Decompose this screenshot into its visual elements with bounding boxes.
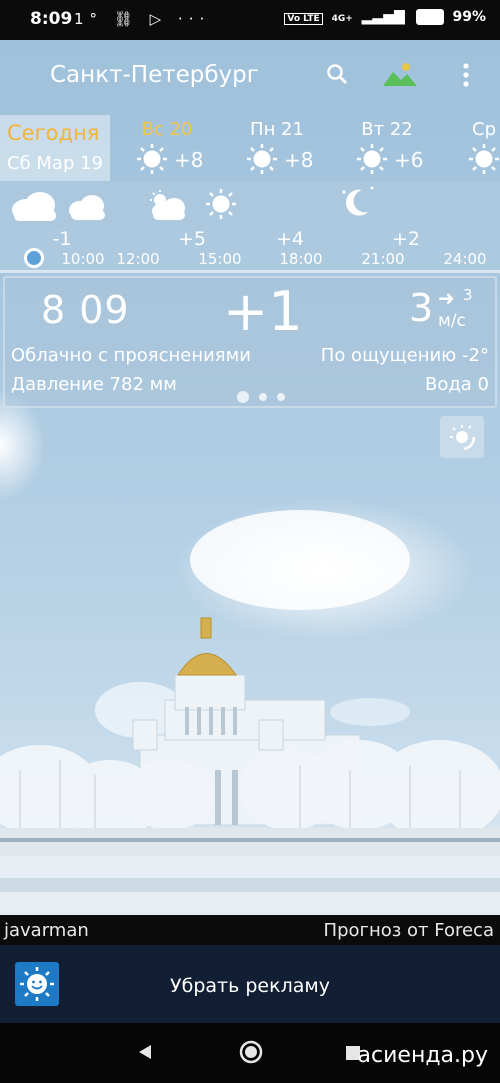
status-right-indicators: Vo LTE 4G+ ▂▃▅▇ 99%	[284, 9, 486, 25]
moon-icon	[336, 184, 376, 224]
home-icon[interactable]	[239, 1040, 263, 1068]
status-extra-icons: 1° ⛓ ▷ ···	[74, 10, 211, 28]
day-temp: +8	[174, 148, 204, 172]
wind-gust: 3	[463, 286, 473, 304]
hourly-time: 18:00	[279, 250, 323, 268]
hourly-temp: +2	[391, 228, 420, 250]
day-name: Ср	[472, 119, 496, 140]
status-bar: 8:09 1° ⛓ ▷ ··· Vo LTE 4G+ ▂▃▅▇ 99%	[0, 0, 500, 40]
day-temp: +8	[284, 148, 314, 172]
app-bar: Санкт-Петербург	[0, 40, 500, 115]
hourly-temp: +4	[275, 228, 304, 250]
hourly-forecast: -1 +5 +4 +2 10:00 12:00 15:00 18:00 21:0…	[0, 182, 500, 272]
current-conditions-panel[interactable]: 8 09 +1 3 ➜ 3 м/с Облачно с прояснениями…	[3, 276, 497, 408]
feels-like-text: По ощущению -2°	[320, 345, 489, 366]
sun-icon	[205, 188, 237, 224]
watermark-text: асиенда.ру	[357, 1043, 488, 1068]
page-dot	[259, 392, 267, 401]
day-item[interactable]: Ср	[442, 115, 500, 181]
sun-icon	[356, 143, 388, 179]
forecast-source[interactable]: Прогноз от Foreca	[324, 920, 494, 941]
hourly-time: 10:00	[61, 250, 105, 268]
photo-author[interactable]: javarman	[4, 920, 89, 941]
today-date: Сб Мар 19	[7, 153, 104, 174]
status-time: 8:09	[30, 9, 73, 29]
day-item[interactable]: Вс 20 +8	[112, 115, 222, 181]
cloud-icon	[66, 192, 108, 226]
day-name: Вт 22	[361, 119, 413, 140]
hourly-time: 21:00	[361, 250, 405, 268]
wind-direction-icon: ➜	[438, 286, 455, 310]
more-menu-icon[interactable]	[462, 62, 472, 92]
credits-bar: javarman Прогноз от Foreca	[0, 915, 500, 945]
day-name: Вс 20	[141, 119, 193, 140]
sun-moon-button[interactable]	[440, 416, 484, 458]
sun-moon-icon	[450, 425, 476, 451]
wind-speed: 3	[409, 286, 434, 330]
condition-text: Облачно с прояснениями	[11, 345, 251, 366]
remove-ads-bar[interactable]: Убрать рекламу	[0, 945, 500, 1023]
day-item[interactable]: Вт 22 +6	[332, 115, 442, 181]
search-icon[interactable]	[325, 62, 355, 92]
today-label: Сегодня	[7, 121, 100, 145]
page-dot	[277, 392, 285, 401]
pressure-text: Давление 782 мм	[11, 374, 177, 395]
current-clock: 8 09	[41, 288, 130, 332]
hourly-temp: +5	[177, 228, 206, 250]
day-temp: +6	[394, 148, 424, 172]
hourly-temp: -1	[52, 228, 72, 250]
battery-percent: 99%	[452, 9, 486, 25]
sun-icon	[136, 143, 168, 179]
partly-cloudy-icon	[146, 190, 188, 226]
page-dot-active	[237, 390, 249, 403]
signal-icon: ▂▃▅▇	[361, 9, 405, 25]
cloud-icon	[8, 188, 60, 228]
system-navigation-bar: асиенда.ру	[0, 1023, 500, 1083]
landscape-image-icon[interactable]	[382, 58, 420, 88]
sun-icon	[468, 143, 500, 179]
hourly-time: 15:00	[198, 250, 242, 268]
remove-ads-label: Убрать рекламу	[170, 975, 330, 997]
divider	[0, 270, 500, 273]
back-icon[interactable]	[136, 1043, 154, 1065]
hourly-time: 24:00	[443, 250, 487, 268]
hourly-time: 12:00	[116, 250, 160, 268]
day-today[interactable]: Сегодня Сб Мар 19	[0, 115, 110, 181]
battery-icon	[415, 9, 444, 25]
page-indicator	[237, 386, 295, 405]
water-temp-text: Вода 0	[424, 374, 489, 395]
volte-icon: Vo LTE	[284, 13, 323, 25]
current-temperature: +1	[223, 280, 303, 343]
network-type: 4G+	[331, 14, 353, 24]
daily-forecast-strip: Сегодня Сб Мар 19 Вс 20 +8 Пн 21 +8 Вт 2…	[0, 115, 500, 185]
day-name: Пн 21	[250, 119, 304, 140]
sun-icon	[246, 143, 278, 179]
wind-unit: м/с	[438, 311, 466, 331]
current-time-indicator	[24, 248, 44, 268]
day-item[interactable]: Пн 21 +8	[222, 115, 332, 181]
city-title[interactable]: Санкт-Петербург	[50, 62, 259, 88]
